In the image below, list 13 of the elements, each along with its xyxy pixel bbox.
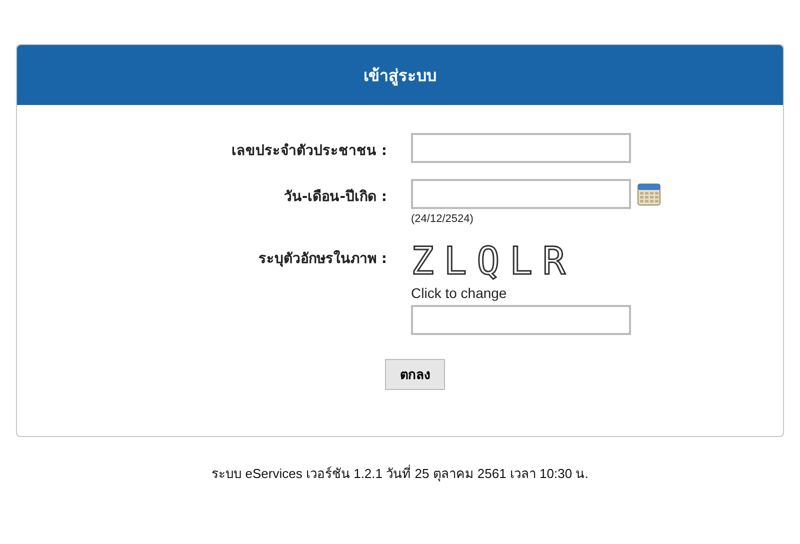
birth-date-field[interactable] (411, 179, 631, 209)
captcha-field[interactable] (411, 305, 631, 335)
version-footer: ระบบ eServices เวอร์ชัน 1.2.1 วันที่ 25 ตุลาคม 2561 เวลา 10:30 น. (212, 463, 588, 484)
date-format-hint: (24/12/2524) (411, 213, 474, 225)
field-label: วัน-เดือน-ปีเกิด : (282, 188, 387, 207)
calendar-icon[interactable] (637, 182, 661, 206)
captcha-text: ZLQLR (411, 241, 576, 281)
panel-title: เข้าสู่ระบบ (364, 64, 436, 88)
id-number-field[interactable] (411, 133, 631, 163)
field-label: เลขประจำตัวประชาชน : (230, 142, 387, 161)
submit-button[interactable]: ตกลง (385, 359, 445, 390)
field-label: ระบุตัวอักษรในภาพ : (258, 249, 387, 269)
change-captcha-link[interactable]: Click to change (411, 285, 507, 301)
